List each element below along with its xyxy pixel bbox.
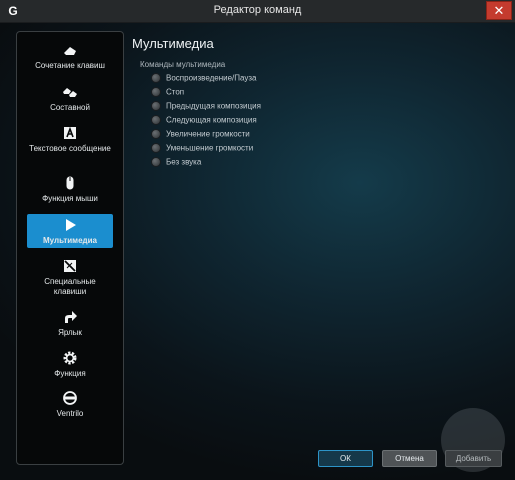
sidebar-item-label: Специальные клавиши [44, 277, 96, 296]
option-label: Стоп [166, 87, 185, 97]
headset-icon [63, 391, 77, 405]
add-button[interactable]: Добавить [445, 450, 502, 467]
radio-button[interactable] [151, 101, 161, 111]
sidebar-item-shortcut[interactable]: Ярлык [27, 309, 113, 343]
text-block-icon [64, 126, 76, 139]
cancel-button[interactable]: Отмена [382, 450, 437, 467]
shortcut-arrow-icon [65, 311, 77, 323]
radio-button[interactable] [151, 143, 161, 153]
sidebar-item-label: Ventrilo [56, 409, 84, 418]
sidebar-item-function[interactable]: Функция [27, 350, 113, 384]
sidebar-item-label: Функция [54, 369, 86, 378]
radio-button[interactable] [151, 115, 161, 125]
option-next-track[interactable]: Следующая композиция [151, 115, 257, 127]
sidebar-item-multimedia[interactable]: Мультимедиа [27, 214, 113, 248]
radio-button[interactable] [151, 129, 161, 139]
sidebar-item-multikey[interactable]: Составной [27, 84, 113, 118]
sidebar-item-text-block[interactable]: Текстовое сообщение [27, 125, 113, 167]
option-label: Увеличение громкости [166, 129, 250, 139]
option-label: Предыдущая композиция [166, 101, 261, 111]
option-label: Без звука [166, 157, 202, 167]
option-volume-down[interactable]: Уменьшение громкости [151, 143, 253, 155]
sidebar-item-hotkey[interactable]: Специальные клавиши [27, 258, 113, 300]
sidebar-item-label: Мультимедиа [43, 236, 97, 245]
window-title: Редактор команд [213, 4, 302, 16]
command-type-sidebar: Сочетание клавиш Составной Текстовое соо… [16, 31, 124, 465]
option-label: Следующая композиция [166, 115, 257, 125]
option-label: Воспроизведение/Пауза [166, 73, 257, 83]
ok-button[interactable]: ОК [318, 450, 373, 467]
mouse-icon [66, 176, 74, 190]
sidebar-item-label: Составной [50, 103, 90, 112]
close-button[interactable]: ✕ [486, 1, 512, 20]
gear-icon [63, 351, 77, 365]
sidebar-item-label: Сочетание клавиш [35, 61, 105, 70]
multikey-icon [63, 88, 77, 97]
option-label: Уменьшение громкости [166, 143, 254, 153]
sidebar-item-keystroke[interactable]: Сочетание клавиш [27, 42, 113, 76]
radio-button[interactable] [151, 87, 161, 97]
hotkey-icon [64, 260, 76, 272]
title-bar: G Редактор команд ✕ [0, 0, 515, 23]
keystroke-icon [64, 47, 76, 55]
sidebar-item-ventrilo[interactable]: Ventrilo [27, 390, 113, 424]
play-icon [66, 219, 76, 231]
sidebar-item-label: Текстовое сообщение [29, 144, 111, 153]
option-play-pause[interactable]: Воспроизведение/Пауза [151, 73, 257, 85]
sidebar-item-mouse[interactable]: Функция мыши [27, 175, 113, 209]
radio-button[interactable] [151, 73, 161, 83]
content-area: Сочетание клавиш Составной Текстовое соо… [0, 23, 515, 480]
option-volume-up[interactable]: Увеличение громкости [151, 129, 250, 141]
option-stop[interactable]: Стоп [151, 87, 184, 99]
option-mute[interactable]: Без звука [151, 157, 201, 169]
sidebar-item-label: Ярлык [58, 328, 82, 337]
sidebar-item-label: Функция мыши [42, 194, 98, 203]
page-title: Мультимедиа [132, 36, 214, 51]
option-previous-track[interactable]: Предыдущая композиция [151, 101, 261, 113]
radio-button[interactable] [151, 157, 161, 167]
section-title: Команды мультимедиа [140, 60, 226, 69]
